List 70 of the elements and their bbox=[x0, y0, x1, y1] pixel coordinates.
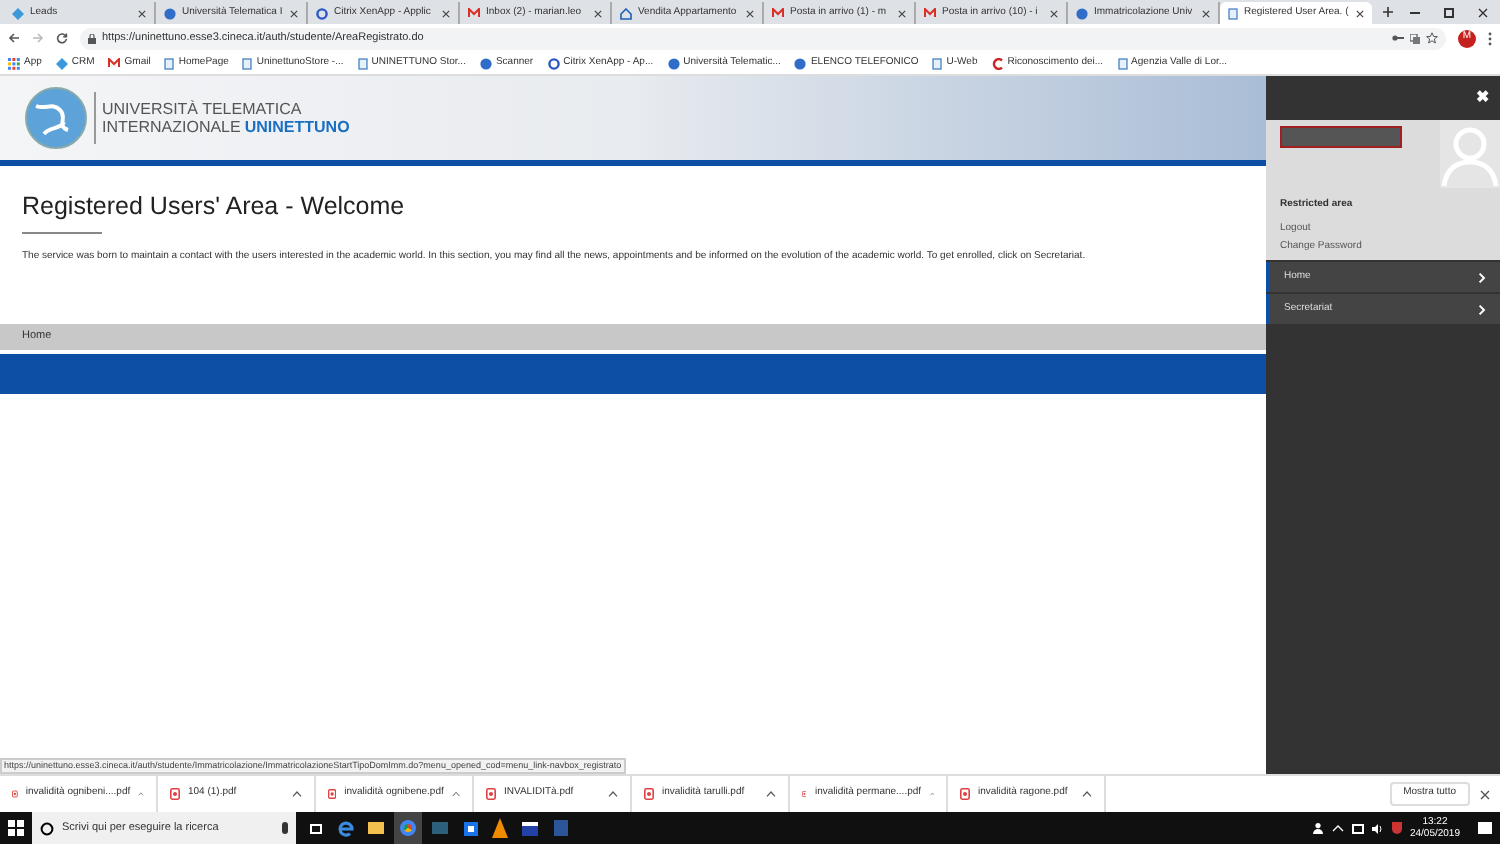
page-icon bbox=[1117, 57, 1128, 69]
letter-c-icon bbox=[991, 57, 1004, 69]
lock-icon bbox=[88, 33, 96, 43]
person-icon[interactable] bbox=[1311, 822, 1324, 834]
diamond-icon bbox=[12, 7, 24, 19]
close-icon[interactable] bbox=[594, 9, 602, 17]
caret-up-icon[interactable] bbox=[292, 790, 302, 798]
page-icon bbox=[932, 57, 943, 69]
mail-icon bbox=[468, 8, 480, 18]
close-icon[interactable] bbox=[1356, 9, 1364, 17]
star-icon[interactable] bbox=[1426, 32, 1438, 44]
microphone-icon bbox=[282, 822, 288, 834]
logo-text: UNINETTUNO bbox=[244, 118, 350, 136]
new-tab-icon[interactable] bbox=[1382, 6, 1394, 18]
page-icon bbox=[357, 57, 368, 69]
minimize-icon[interactable] bbox=[1410, 11, 1420, 13]
chevron-right-icon bbox=[1478, 303, 1486, 315]
close-icon[interactable] bbox=[1202, 9, 1210, 17]
page-icon bbox=[1228, 7, 1238, 19]
close-icon[interactable] bbox=[1480, 789, 1490, 799]
page-icon bbox=[242, 57, 253, 69]
key-icon[interactable] bbox=[1392, 34, 1404, 42]
speaker-icon[interactable] bbox=[1371, 823, 1384, 833]
pdf-file-icon bbox=[328, 788, 337, 800]
reload-icon[interactable] bbox=[56, 32, 68, 44]
caret-up-icon[interactable] bbox=[1082, 790, 1092, 798]
pdf-file-icon bbox=[12, 788, 18, 800]
globe-icon bbox=[794, 57, 807, 69]
pdf-file-icon bbox=[644, 788, 654, 800]
cortana-circle-icon bbox=[40, 821, 54, 835]
logo-text: INTERNAZIONALE bbox=[102, 118, 241, 136]
globe-icon bbox=[164, 7, 176, 19]
globe-icon bbox=[1076, 7, 1088, 19]
apps-grid-icon bbox=[8, 57, 20, 69]
redacted-name-box bbox=[1280, 126, 1402, 148]
chevron-up-icon[interactable] bbox=[1331, 824, 1344, 832]
logo-text: UNIVERSITÀ TELEMATICA bbox=[102, 100, 304, 118]
page-title: Registered Users' Area - Welcome bbox=[22, 192, 407, 220]
ring-icon bbox=[316, 7, 328, 19]
chevron-right-icon bbox=[1478, 271, 1486, 283]
mail-icon bbox=[924, 8, 936, 18]
globe-icon bbox=[667, 57, 680, 69]
caret-up-icon[interactable] bbox=[608, 790, 618, 798]
pdf-file-icon bbox=[170, 788, 180, 800]
pdf-file-icon bbox=[486, 788, 496, 800]
mail-icon bbox=[108, 58, 121, 68]
ring-icon bbox=[547, 57, 560, 69]
close-icon[interactable] bbox=[442, 9, 450, 17]
close-icon[interactable] bbox=[290, 9, 298, 17]
close-icon[interactable] bbox=[746, 9, 754, 17]
caret-up-icon[interactable] bbox=[451, 790, 460, 798]
caret-up-icon[interactable] bbox=[766, 790, 776, 798]
pdf-file-icon bbox=[960, 788, 970, 800]
globe-logo-icon bbox=[24, 86, 88, 150]
close-icon[interactable] bbox=[1050, 9, 1058, 17]
pdf-file-icon bbox=[802, 788, 807, 800]
close-icon[interactable] bbox=[1478, 7, 1488, 17]
network-icon[interactable] bbox=[1351, 823, 1364, 833]
diamond-icon bbox=[55, 57, 68, 69]
page-icon bbox=[164, 57, 175, 69]
back-arrow-icon[interactable] bbox=[8, 32, 20, 44]
shield-icon[interactable] bbox=[1391, 822, 1402, 834]
translate-icon[interactable] bbox=[1410, 33, 1420, 43]
close-button[interactable]: ✖ bbox=[1476, 90, 1490, 106]
restore-icon[interactable] bbox=[1444, 7, 1454, 17]
mail-icon bbox=[772, 8, 784, 18]
close-icon[interactable] bbox=[138, 9, 146, 17]
close-icon[interactable] bbox=[898, 9, 906, 17]
house-icon bbox=[620, 7, 632, 19]
globe-icon bbox=[479, 57, 492, 69]
